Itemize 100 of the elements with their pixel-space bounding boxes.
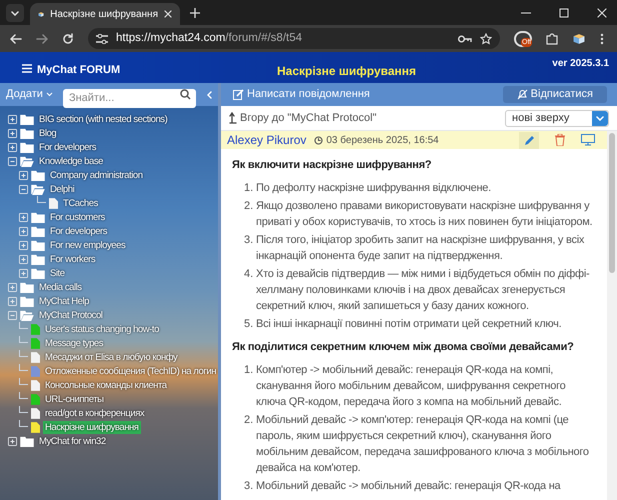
tree-item[interactable]: For workers	[48, 252, 98, 266]
tree-item[interactable]: Company administration	[48, 168, 145, 182]
open-folder-icon	[20, 310, 34, 320]
list-item-text: Комп'ютер -> мобільний девайс: генерація QR-кода на компі, сканування його мобільним девайсом, шифрування секретного ключа QR-кодом, передача його з компа на мобільний девайс.	[256, 363, 566, 410]
tree-item[interactable]: Консольные команды клиента	[43, 378, 169, 392]
tree-item[interactable]: Media calls	[37, 280, 84, 294]
collapse-icon[interactable]	[19, 184, 28, 194]
forward-icon[interactable]	[36, 32, 48, 44]
expand-icon[interactable]	[19, 240, 28, 250]
expand-icon[interactable]	[8, 142, 17, 152]
section-heading: Як поділитися секретним ключем між двома своїми девайсами?	[232, 340, 575, 355]
expand-icon[interactable]	[19, 226, 28, 236]
version-label: ver 2025.3.1	[552, 57, 609, 71]
clock-icon	[314, 136, 324, 144]
expand-icon[interactable]	[19, 254, 28, 264]
expand-icon[interactable]	[8, 282, 17, 292]
star-icon[interactable]	[480, 32, 492, 44]
tree-item[interactable]: Delphi	[48, 182, 76, 196]
author-link[interactable]: Alexey Pikurov	[227, 131, 306, 149]
minimize-icon[interactable]	[521, 12, 531, 14]
tree-item[interactable]: MyChat for win32	[37, 434, 108, 448]
edit-button[interactable]	[519, 132, 539, 148]
folder-icon	[31, 170, 45, 180]
open-folder-icon	[31, 184, 45, 194]
pencil-icon	[524, 134, 534, 146]
list-number: 4.	[244, 267, 254, 282]
expand-icon[interactable]	[19, 268, 28, 278]
folder-icon	[31, 254, 45, 264]
list-number: 1.	[244, 181, 254, 196]
search-field[interactable]: Знайти...	[62, 88, 196, 108]
folder-icon	[31, 212, 45, 222]
more-menu-icon[interactable]	[600, 32, 604, 44]
tree-item[interactable]: Наскрізне шифрування	[43, 420, 141, 434]
folder-icon	[31, 226, 45, 236]
list-item-text: По дефолту наскрізне шифрування відключене.	[256, 181, 491, 196]
tree-item[interactable]: Message types	[43, 336, 106, 350]
tree-item[interactable]: MyChat Help	[37, 294, 91, 308]
unsubscribe-button[interactable]: Відписатися	[502, 86, 607, 103]
bell-off-icon	[516, 89, 528, 100]
expand-icon[interactable]	[8, 128, 17, 138]
list-item-text: Мобільний девайс -> комп'ютер: генерація QR-кода на компі (це пароль, яким шифрується секретний ключ), сканування його мобільним девайсом, передача зашифрованого ключа з мобільного девайса на ком'ютер.	[256, 413, 590, 476]
brand-title: MyChat FORUM	[37, 63, 122, 78]
edit-icon	[233, 89, 244, 100]
browser-tab[interactable]: Наскрізне шифрування	[30, 3, 180, 25]
key-icon[interactable]	[458, 34, 472, 42]
tree-item[interactable]: For new employees	[48, 238, 128, 252]
list-item-text: Якщо дозволено правами використовувати наскрізне шифрування у приваті у обох користувачів, то хтось із них повинен бути ініціатором.	[256, 199, 594, 230]
tree-item[interactable]: read/got в конференциях	[43, 406, 146, 420]
tree-item[interactable]: Knowledge base	[37, 154, 105, 168]
reload-icon[interactable]	[62, 32, 74, 44]
tree-item[interactable]: Отложенные сообщения (TechID) на логин	[43, 364, 218, 378]
list-item-text: Мобільний девайс -> мобільний девайс: генерація QR-кода на	[256, 479, 560, 494]
tab-title: Наскрізне шифрування	[50, 8, 158, 22]
tree-item[interactable]: TCaches	[61, 196, 100, 210]
tree-item[interactable]: URL-сниппеты	[43, 392, 106, 406]
close-window-icon[interactable]	[597, 8, 607, 18]
collapse-icon[interactable]	[8, 156, 17, 166]
list-number: 3.	[244, 233, 254, 248]
folder-icon	[20, 142, 34, 152]
expand-icon[interactable]	[8, 114, 17, 124]
tree-item[interactable]: BIG section (with nested sections)	[37, 112, 170, 126]
up-link[interactable]: Вгору до "MyChat Protocol"	[240, 110, 376, 126]
expand-icon[interactable]	[8, 296, 17, 306]
chevron-icon	[11, 10, 19, 16]
tree-item[interactable]: MyChat Protocol	[37, 308, 104, 322]
list-item-text: Всі інші інкарнації повинні потім отримати цей секретний ключ.	[256, 317, 562, 332]
folder-icon	[20, 128, 34, 138]
collapse-sidebar-icon[interactable]	[206, 90, 212, 98]
menu-icon[interactable]	[22, 64, 32, 73]
expand-icon[interactable]	[8, 436, 17, 446]
collapse-icon[interactable]	[8, 310, 17, 320]
sort-select[interactable]: нові зверху	[505, 110, 609, 126]
tree-item[interactable]: For developers	[48, 224, 110, 238]
box-icon[interactable]	[572, 32, 586, 44]
close-icon[interactable]	[164, 10, 172, 18]
monitor-icon[interactable]	[581, 134, 595, 146]
write-message-button[interactable]: Написати повідомлення	[233, 86, 370, 103]
folder-icon	[20, 296, 34, 306]
tree-item[interactable]: Site	[48, 266, 67, 280]
tab-list-button[interactable]	[6, 4, 24, 22]
search-icon	[180, 89, 191, 100]
tree-item[interactable]: User's status changing how-to	[43, 322, 161, 336]
post-date: 03 березень 2025, 16:54	[326, 134, 439, 148]
maximize-icon[interactable]	[559, 8, 569, 18]
list-item-text: Після того, ініціатор зробить запит на наскрізне шифрування, у всіх інкарнацій опонента буде запит на підтвердження.	[256, 233, 586, 264]
chevron-icon	[596, 116, 604, 120]
back-icon[interactable]	[10, 32, 22, 44]
new-tab-icon[interactable]	[190, 8, 200, 18]
list-number: 1.	[244, 363, 254, 378]
expand-icon[interactable]	[19, 170, 28, 180]
list-number: 2.	[244, 413, 254, 428]
expand-icon[interactable]	[19, 212, 28, 222]
tree-item[interactable]: For customers	[48, 210, 107, 224]
site-settings-icon[interactable]	[96, 34, 108, 44]
folder-icon	[20, 436, 34, 446]
tree-item[interactable]: Blog	[37, 126, 58, 140]
tree-item[interactable]: For developers	[37, 140, 98, 154]
tree-item[interactable]: Месаджи от Elisa в любую конфу	[43, 350, 180, 364]
add-dropdown[interactable]: Додати	[6, 86, 53, 103]
trash-icon[interactable]	[555, 134, 565, 146]
